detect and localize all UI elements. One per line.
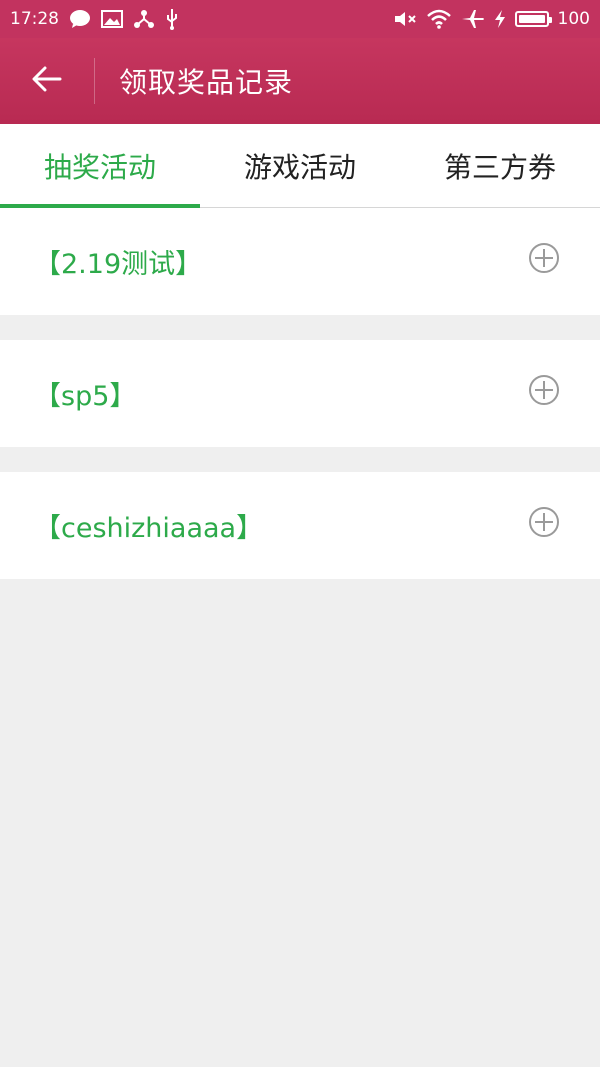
mute-icon — [393, 10, 417, 28]
list-item[interactable]: 【ceshizhiaaaa】 — [0, 472, 600, 579]
plus-circle-icon[interactable] — [528, 374, 560, 406]
back-button[interactable] — [0, 38, 94, 124]
tab-game-activities[interactable]: 游戏活动 — [200, 124, 400, 207]
list-item-title: 【2.19测试】 — [34, 249, 203, 280]
usb-icon — [165, 8, 179, 30]
list-item[interactable]: 【sp5】 — [0, 340, 600, 447]
chat-icon — [69, 9, 91, 29]
app-bar: 领取奖品记录 — [0, 38, 600, 124]
tab-lottery-activities[interactable]: 抽奖活动 — [0, 124, 200, 208]
airplane-icon — [461, 9, 485, 29]
plus-circle-icon[interactable] — [528, 506, 560, 538]
tab-third-party-coupons[interactable]: 第三方券 — [400, 124, 600, 207]
share-icon — [133, 9, 155, 29]
page-title: 领取奖品记录 — [119, 66, 294, 99]
status-bar: 17:28 100 — [0, 0, 600, 38]
tab-bar: 抽奖活动 游戏活动 第三方券 — [0, 124, 600, 208]
app-screen: 17:28 100 领取奖品记录 抽奖活动 游戏活动 第三方券 【2.19测试】… — [0, 0, 600, 1067]
plus-circle-icon[interactable] — [528, 242, 560, 274]
list-item[interactable]: 【2.19测试】 — [0, 208, 600, 315]
list-item-title: 【sp5】 — [34, 381, 137, 412]
status-right: 100 — [393, 9, 590, 29]
status-time: 17:28 — [10, 9, 59, 29]
battery-level: 100 — [557, 9, 590, 29]
status-left: 17:28 — [10, 8, 179, 30]
charging-icon — [494, 10, 506, 28]
wifi-icon — [426, 9, 452, 29]
battery-icon — [514, 11, 552, 27]
arrow-left-icon — [32, 66, 62, 96]
prize-record-list: 【2.19测试】 【sp5】 【ceshizhiaaaa】 — [0, 208, 600, 604]
list-item-title: 【ceshizhiaaaa】 — [34, 513, 264, 544]
title-divider — [94, 58, 95, 104]
image-icon — [101, 10, 123, 28]
